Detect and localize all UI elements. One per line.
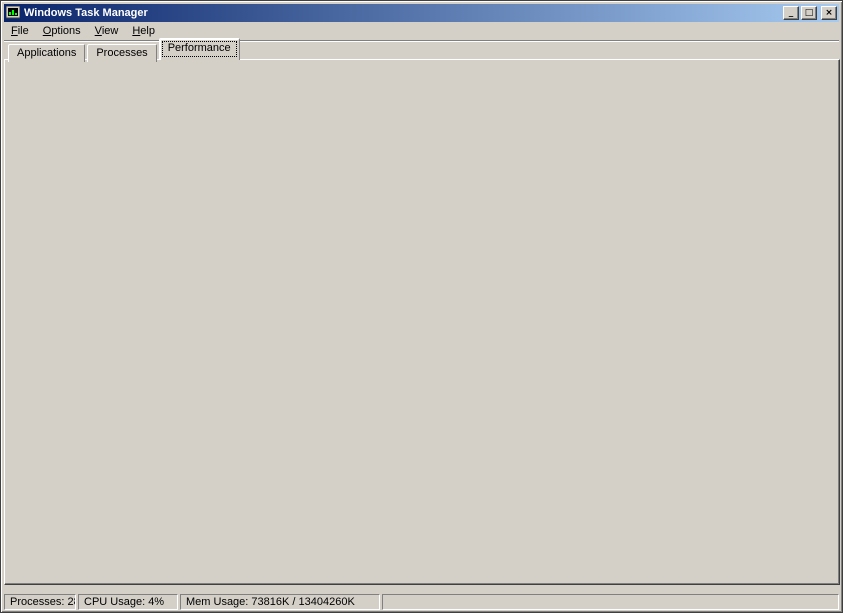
task-manager-window: Windows Task Manager _ □ × FileOptionsVi… bbox=[0, 0, 843, 613]
minimize-button[interactable]: _ bbox=[783, 6, 799, 20]
menu-item-file[interactable]: File bbox=[4, 23, 36, 39]
maximize-button[interactable]: □ bbox=[801, 6, 817, 20]
status-mem-usage: Mem Usage: 73816K / 13404260K bbox=[180, 594, 380, 610]
status-bar: Processes: 28CPU Usage: 4%Mem Usage: 738… bbox=[4, 590, 839, 611]
window-title: Windows Task Manager bbox=[24, 7, 781, 19]
tab-strip: ApplicationsProcessesPerformance bbox=[8, 38, 242, 60]
app-icon[interactable] bbox=[6, 6, 20, 20]
title-bar[interactable]: Windows Task Manager _ □ × bbox=[4, 4, 839, 22]
tab-processes[interactable]: Processes bbox=[87, 44, 156, 62]
status-filler-panel bbox=[382, 594, 839, 610]
tab-applications[interactable]: Applications bbox=[8, 44, 85, 62]
close-button[interactable]: × bbox=[821, 6, 837, 20]
menu-item-view[interactable]: View bbox=[88, 23, 126, 39]
menu-item-options[interactable]: Options bbox=[36, 23, 88, 39]
menu-item-help[interactable]: Help bbox=[125, 23, 162, 39]
status-processes: Processes: 28 bbox=[4, 594, 76, 610]
tab-performance[interactable]: Performance bbox=[159, 38, 240, 60]
performance-tab-page bbox=[4, 59, 840, 585]
status-cpu-usage: CPU Usage: 4% bbox=[78, 594, 178, 610]
